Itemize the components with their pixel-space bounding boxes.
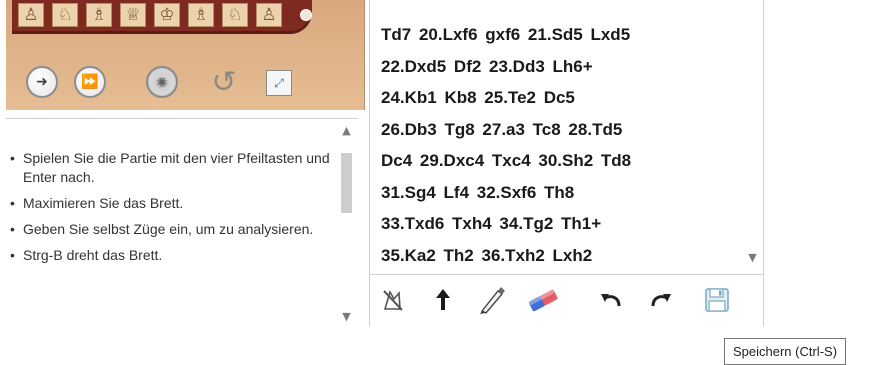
move-line[interactable]: 26.Db3 Tg8 27.a3 Tc8 28.Td5 (381, 114, 731, 146)
white-king-icon: ♔ (154, 3, 180, 27)
scroll-down-icon[interactable]: ▼ (744, 250, 761, 266)
hint-item: Maximieren Sie das Brett. (10, 194, 330, 213)
white-queen-icon: ♕ (120, 3, 146, 27)
moves-text: Td7 20.Lxf6 gxf6 21.Sd5 Lxd5 22.Dxd5 Df2… (381, 19, 731, 269)
white-pawn-icon: ♙ (256, 3, 282, 27)
delete-move-icon (383, 289, 403, 311)
notation-scrollbar[interactable]: ▼ (744, 0, 761, 274)
reset-button[interactable]: ↺ (208, 64, 240, 100)
white-knight-icon: ♘ (222, 3, 248, 27)
hint-item: Spielen Sie die Partie mit den vier Pfei… (10, 149, 330, 187)
delete-move-button[interactable] (376, 283, 410, 317)
rotate-icon: ↺ (211, 64, 237, 100)
save-button[interactable] (700, 283, 734, 317)
move-line[interactable]: Dc4 29.Dxc4 Txc4 30.Sh2 Td8 (381, 145, 731, 177)
notation-panel: Td7 20.Lxf6 gxf6 21.Sd5 Lxd5 22.Dxd5 Df2… (369, 0, 764, 275)
fast-forward-button[interactable]: ⏩ (74, 66, 106, 98)
arrow-right-icon: ➜ (36, 74, 48, 90)
white-bishop-icon: ♗ (188, 3, 214, 27)
strip-knob (300, 9, 312, 21)
white-pawn-icon: ♙ (18, 3, 44, 27)
scroll-up-icon[interactable]: ▲ (338, 123, 355, 139)
undo-button[interactable] (594, 283, 628, 317)
undo-icon (601, 294, 621, 307)
annotate-button[interactable] (474, 283, 508, 317)
promote-variation-button[interactable] (426, 283, 460, 317)
white-knight-icon: ♘ (52, 3, 78, 27)
move-line[interactable]: 33.Txd6 Txh4 34.Tg2 Th1+ (381, 208, 731, 240)
eraser-icon (528, 289, 558, 312)
move-line[interactable]: 31.Sg4 Lf4 32.Sxf6 Th8 (381, 177, 731, 209)
engine-wheel-button[interactable]: ✺ (146, 66, 178, 98)
move-line[interactable]: 35.Ka2 Th2 36.Txh2 Lxh2 (381, 240, 731, 270)
piece-strip: ♙ ♘ ♗ ♕ ♔ ♗ ♘ ♙ (12, 0, 312, 34)
redo-button[interactable] (644, 283, 678, 317)
scroll-down-icon[interactable]: ▼ (338, 309, 355, 325)
save-tooltip: Speichern (Ctrl-S) (724, 338, 847, 365)
board-panel: ♙ ♘ ♗ ♕ ♔ ♗ ♘ ♙ ➜ ⏩ ✺ ↺ ⤢ (6, 0, 365, 110)
pen-icon (480, 287, 505, 314)
erase-button[interactable] (526, 283, 560, 317)
move-line[interactable]: 22.Dxd5 Df2 23.Dd3 Lh6+ (381, 51, 731, 83)
hint-item: Geben Sie selbst Züge ein, um zu analysi… (10, 220, 330, 239)
fast-forward-icon: ⏩ (81, 74, 99, 90)
arrow-up-icon (436, 289, 450, 310)
scroll-thumb[interactable] (341, 153, 352, 213)
hints-scrollbar[interactable]: ▲ ▼ (338, 123, 355, 327)
move-line[interactable]: 24.Kb1 Kb8 25.Te2 Dc5 (381, 82, 731, 114)
white-bishop-icon: ♗ (86, 3, 112, 27)
notation-toolbar (369, 275, 764, 326)
hints-list: Spielen Sie die Partie mit den vier Pfei… (10, 149, 330, 272)
fullscreen-icon: ⤢ (274, 75, 284, 90)
save-icon (705, 288, 729, 312)
move-line[interactable]: Td7 20.Lxf6 gxf6 21.Sd5 Lxd5 (381, 19, 731, 51)
next-move-button[interactable]: ➜ (26, 66, 58, 98)
hint-item: Strg-B dreht das Brett. (10, 246, 330, 265)
redo-icon (651, 294, 671, 307)
navigation-controls: ➜ ⏩ ✺ ↺ ⤢ (12, 56, 370, 110)
wheel-icon: ✺ (155, 72, 169, 92)
maximize-board-button[interactable]: ⤢ (266, 70, 292, 96)
hints-panel: Spielen Sie die Partie mit den vier Pfei… (6, 118, 358, 327)
